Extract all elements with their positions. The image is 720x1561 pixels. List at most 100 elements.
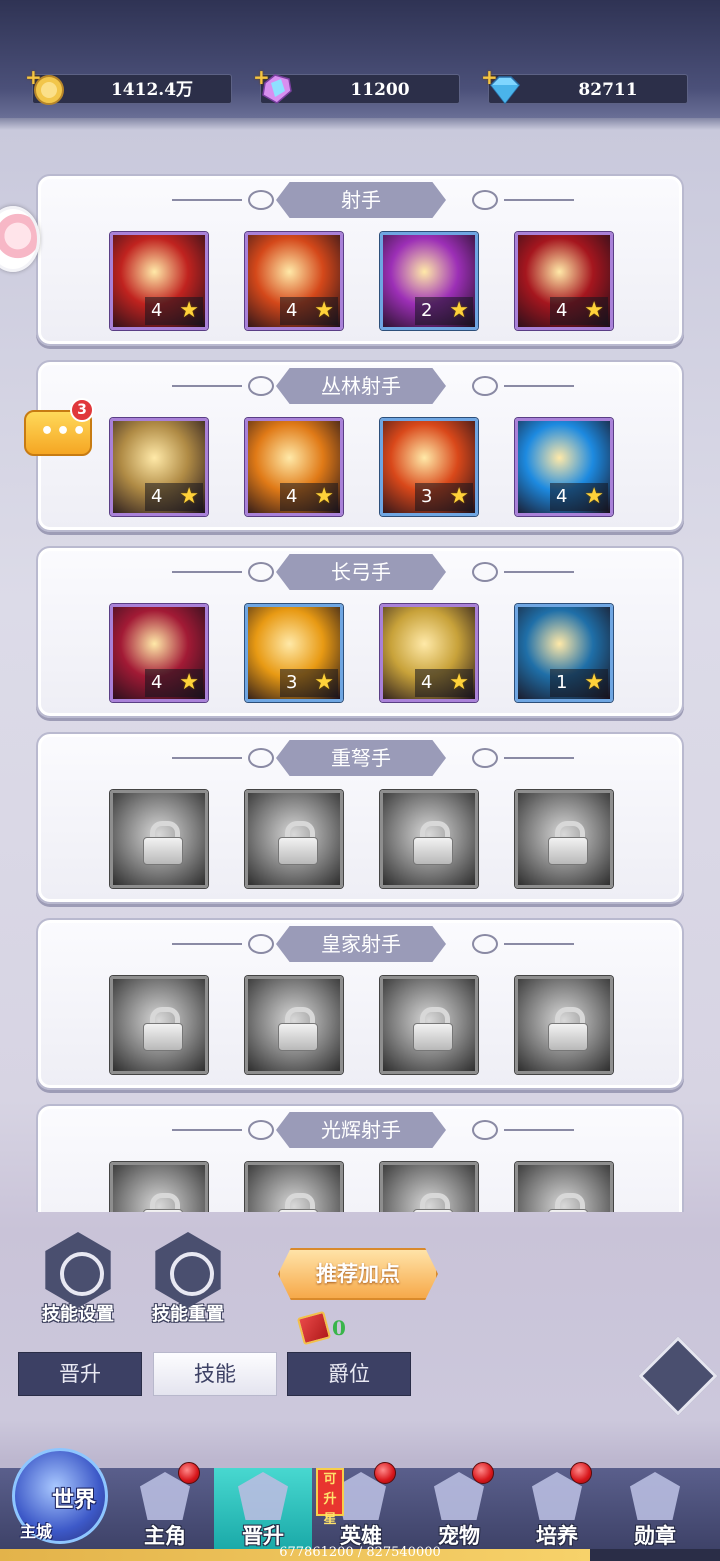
tab-promotion[interactable]: 晋升 [18, 1352, 142, 1396]
ornament-left-icon [172, 934, 282, 954]
skill-slot[interactable]: 1 ★ [515, 604, 613, 702]
star-icon: ★ [179, 670, 199, 695]
locked-skill-slot[interactable] [110, 1162, 208, 1212]
ornament-right-icon [464, 376, 574, 396]
padlock-icon [548, 1193, 588, 1212]
medal-icon [630, 1472, 680, 1520]
padlock-icon [413, 1007, 453, 1051]
section-title: 重弩手 [276, 740, 446, 776]
locked-skill-slot[interactable] [515, 790, 613, 888]
padlock-icon [143, 1007, 183, 1051]
diamond-currency[interactable]: + 82711 [481, 65, 688, 105]
skill-slot[interactable]: 4 ★ [245, 232, 343, 330]
world-button[interactable]: 世界 主城 [8, 1440, 118, 1556]
skill-section: 重弩手 [36, 732, 684, 904]
locked-skill-slot[interactable] [245, 976, 343, 1074]
section-title: 长弓手 [276, 554, 446, 590]
skill-slot[interactable]: 3 ★ [380, 418, 478, 516]
upgrade-star-badge: 可升星 [316, 1468, 344, 1527]
add-gem-icon[interactable]: + [253, 65, 270, 89]
star-icon: ★ [584, 670, 604, 695]
experience-text: 677861200 / 827540000 [279, 1545, 441, 1560]
padlock-icon [548, 1007, 588, 1051]
skill-slot[interactable]: 4 ★ [110, 418, 208, 516]
skill-settings-button[interactable]: 技能设置 [32, 1232, 124, 1326]
locked-skill-slot[interactable] [245, 790, 343, 888]
settings-gear-icon [45, 1232, 111, 1308]
locked-skill-slot[interactable] [380, 1162, 478, 1212]
skill-slot[interactable]: 4 ★ [245, 418, 343, 516]
padlock-icon [413, 821, 453, 865]
nav-promotion[interactable]: 晋升 [214, 1468, 312, 1550]
section-title: 光辉射手 [276, 1112, 446, 1148]
locked-skill-slot[interactable] [515, 1162, 613, 1212]
skill-slot[interactable]: 3 ★ [245, 604, 343, 702]
add-diamond-icon[interactable]: + [481, 65, 498, 89]
skill-reset-button[interactable]: 技能重置 [142, 1232, 234, 1326]
padlock-icon [143, 821, 183, 865]
ornament-right-icon [464, 748, 574, 768]
skill-slot[interactable]: 4 ★ [515, 232, 613, 330]
skill-section: 皇家射手 [36, 918, 684, 1090]
star-icon: ★ [584, 298, 604, 323]
star-icon: ★ [449, 670, 469, 695]
chat-badge: 3 [70, 398, 94, 422]
ornament-right-icon [464, 934, 574, 954]
gem-currency[interactable]: + 11200 [253, 65, 460, 104]
gold-currency[interactable]: + 1412.4万 [25, 65, 232, 105]
skill-slot[interactable]: 4 ★ [110, 604, 208, 702]
locked-skill-slot[interactable] [245, 1162, 343, 1212]
wings-icon [238, 1472, 288, 1520]
padlock-icon [278, 1193, 318, 1212]
star-icon: ★ [179, 298, 199, 323]
padlock-icon [413, 1193, 453, 1212]
star-icon: ★ [449, 298, 469, 323]
add-gold-icon[interactable]: + [25, 65, 42, 89]
nav-training[interactable]: 培养 [508, 1462, 606, 1550]
ornament-left-icon [172, 376, 282, 396]
eye-toggle-icon[interactable] [638, 1336, 718, 1416]
locked-skill-slot[interactable] [110, 976, 208, 1074]
notification-dot [374, 1462, 396, 1484]
skill-slot[interactable]: 2 ★ [380, 232, 478, 330]
padlock-icon [143, 1193, 183, 1212]
padlock-icon [278, 1007, 318, 1051]
section-title: 射手 [276, 182, 446, 218]
tab-skills[interactable]: 技能 [153, 1352, 277, 1396]
locked-skill-slot[interactable] [380, 790, 478, 888]
ornament-right-icon [464, 1120, 574, 1140]
nav-pets[interactable]: 宠物 [410, 1462, 508, 1550]
nav-hero-main[interactable]: 主角 [116, 1462, 214, 1550]
main-city-label[interactable]: 主城 [20, 1518, 52, 1542]
gem-value: 11200 [350, 80, 410, 100]
recommend-points-button[interactable]: 推荐加点 [278, 1248, 438, 1300]
ornament-left-icon [172, 562, 282, 582]
skill-slot[interactable]: 4 ★ [380, 604, 478, 702]
skill-book-count: 0 [332, 1316, 346, 1340]
skill-slot[interactable]: 4 ★ [110, 232, 208, 330]
locked-skill-slot[interactable] [110, 790, 208, 888]
skill-section: 长弓手 4 ★ 3 ★ 4 ★ 1 ★ [36, 546, 684, 718]
skill-list[interactable]: 射手 4 ★ 4 ★ 2 ★ 4 ★ 丛林射手 4 ★ 4 ★ 3 ★ 4 ★ 长弓手 4 ★ 3 ★ 4 ★ 1 ★ 重弩手 皇家射手… [0, 160, 720, 1212]
ornament-left-icon [172, 748, 282, 768]
notification-dot [178, 1462, 200, 1484]
star-icon: ★ [179, 484, 199, 509]
ornament-right-icon [464, 190, 574, 210]
top-bar: + 1412.4万 + 11200 + 82711 [0, 0, 720, 118]
star-icon: ★ [584, 484, 604, 509]
star-icon: ★ [314, 670, 334, 695]
tab-rank[interactable]: 爵位 [287, 1352, 411, 1396]
star-icon: ★ [314, 298, 334, 323]
notification-dot [570, 1462, 592, 1484]
experience-bar: 677861200 / 827540000 [0, 1545, 720, 1561]
chat-button[interactable]: ••• 3 [24, 398, 94, 456]
nav-medals[interactable]: 勋章 [606, 1468, 704, 1550]
star-icon: ★ [314, 484, 334, 509]
reset-arrows-icon [155, 1232, 221, 1308]
skill-slot[interactable]: 4 ★ [515, 418, 613, 516]
notification-dot [472, 1462, 494, 1484]
skill-section: 射手 4 ★ 4 ★ 2 ★ 4 ★ [36, 174, 684, 346]
locked-skill-slot[interactable] [380, 976, 478, 1074]
locked-skill-slot[interactable] [515, 976, 613, 1074]
padlock-icon [548, 821, 588, 865]
